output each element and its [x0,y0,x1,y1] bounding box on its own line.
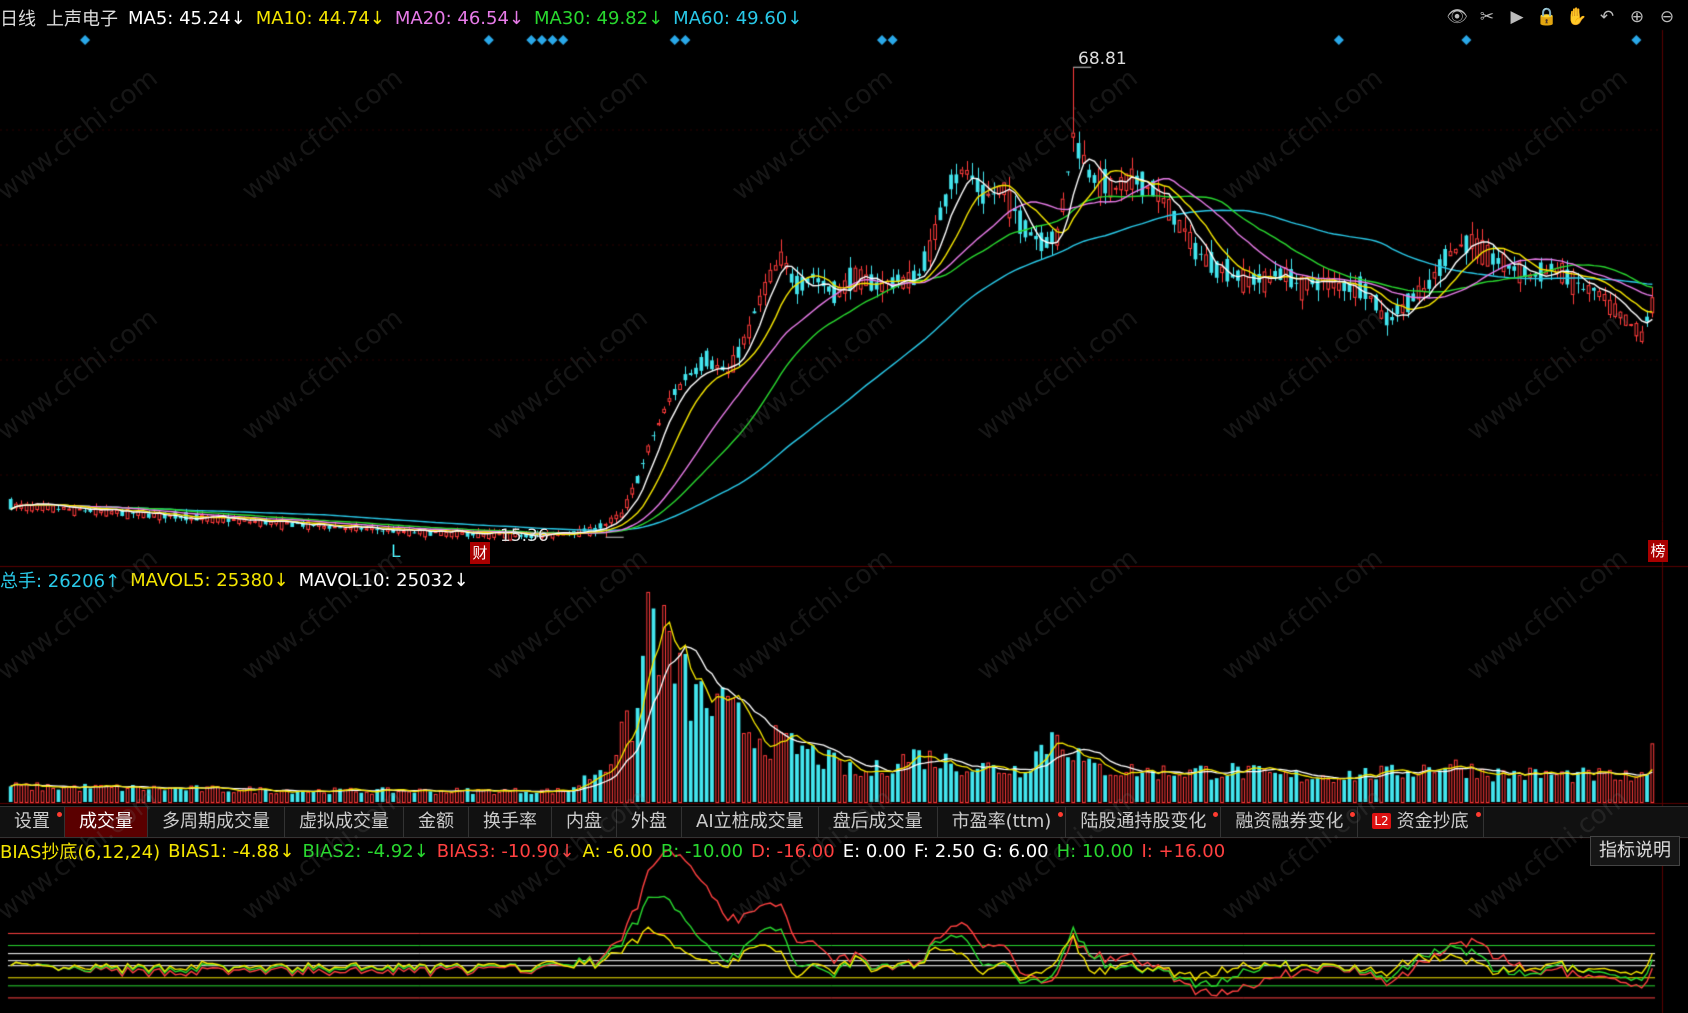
tab-9[interactable]: 盘后成交量 [819,807,938,837]
period-label[interactable]: 日线 [0,5,36,31]
tab-label: 虚拟成交量 [299,811,389,832]
tab-label: 设置 [14,811,50,832]
ranking-badge[interactable]: 榜 [1648,540,1668,562]
bias-legend-item-0: BIAS抄底(6,12,24) [0,842,161,863]
zoom-out-icon[interactable]: ⊖ [1656,6,1678,28]
play-icon[interactable]: ▶ [1506,6,1528,28]
tab-label: 外盘 [631,811,667,832]
indicator-tabs: 设置 成交量 多周期成交量 虚拟成交量 金额 换手率 内盘 外盘 AI立桩成交量 盘后成交量 市盈率… [0,806,1688,838]
tab-0[interactable]: 设置 [0,807,65,837]
low-price-label: 15.36 [500,526,549,546]
eye-icon[interactable]: 👁 [1446,6,1468,28]
scissors-icon[interactable]: ✂ [1476,6,1498,28]
tab-label: 金额 [418,811,454,832]
tab-label: 多周期成交量 [162,811,270,832]
bias-legend-item-10: H: 10.00 [1056,840,1134,862]
tab-8[interactable]: AI立桩成交量 [682,807,819,837]
bias-legend-item-11: I: +16.00 [1141,840,1226,862]
tab-label: 市盈率(ttm) [951,811,1052,832]
bias-legend-item-6: D: -16.00 [751,840,835,862]
ma30-value: MA30: 49.82↓ [534,7,664,29]
tab-13[interactable]: L2 资金抄底 [1358,807,1484,837]
financial-report-badge[interactable]: 财 [470,542,490,564]
high-price-label: 68.81 [1078,49,1127,69]
bias-legend-item-2: BIAS2: -4.92↓ [302,840,429,862]
volume-legend: 总手: 26206↑ MAVOL5: 25380↓ MAVOL10: 25032… [0,568,479,593]
ma10-value: MA10: 44.74↓ [255,7,385,29]
notification-dot [1475,812,1481,817]
tab-label: 陆股通持股变化 [1080,811,1207,832]
undo-icon[interactable]: ↶ [1596,6,1618,28]
l-marker: L [391,542,401,562]
bias-legend-item-8: F: 2.50 [913,840,975,862]
notification-dot [1058,812,1064,817]
tab-label: AI立桩成交量 [696,811,804,832]
tab-5[interactable]: 换手率 [469,807,552,837]
tab-11[interactable]: 陆股通持股变化 [1066,807,1222,837]
tab-3[interactable]: 虚拟成交量 [285,807,404,837]
bias-legend-item-7: E: 0.00 [842,840,906,862]
bias-legend-item-4: A: -6.00 [582,840,653,862]
bias-legend-item-1: BIAS1: -4.88↓ [168,840,295,862]
tab-12[interactable]: 融资融券变化 [1221,807,1359,837]
lock-icon[interactable]: 🔒 [1536,6,1558,28]
ma20-value: MA20: 46.54↓ [394,7,525,29]
total-volume: 总手: 26206↑ [0,571,121,592]
ma60-value: MA60: 49.60↓ [673,7,803,29]
notification-dot [1213,812,1219,817]
tab-7[interactable]: 外盘 [617,807,682,837]
indicator-help-button[interactable]: 指标说明 [1590,836,1680,866]
ma-legend: 日线 上声电子 MA5: 45.24↓ MA10: 44.74↓ MA20: 4… [0,4,812,32]
tab-label: 融资融券变化 [1235,811,1344,832]
zoom-in-icon[interactable]: ⊕ [1626,6,1648,28]
hand-icon[interactable]: ✋ [1566,6,1588,28]
tab-6[interactable]: 内盘 [552,807,617,837]
tab-1[interactable]: 成交量 [65,807,148,837]
tab-label: 资金抄底 [1396,811,1469,832]
bias-legend-item-3: BIAS3: -10.90↓ [436,840,575,862]
tab-4[interactable]: 金额 [404,807,469,837]
notification-dot [1350,812,1356,817]
chart-toolbar: 👁 ✂ ▶ 🔒 ✋ ↶ ⊕ ⊖ [1446,6,1678,28]
mavol10-value: MAVOL10: 25032↓ [298,569,469,591]
tab-10[interactable]: 市盈率(ttm) [938,807,1067,837]
mavol5-value: MAVOL5: 25380↓ [130,569,289,591]
tab-label: 内盘 [566,811,602,832]
stock-name: 上声电子 [46,9,118,30]
bias-legend-item-9: G: 6.00 [982,840,1049,862]
bias-legend: BIAS抄底(6,12,24) BIAS1: -4.88↓ BIAS2: -4.92… [0,838,1233,864]
notification-dot [57,812,62,817]
tab-2[interactable]: 多周期成交量 [148,807,285,837]
tab-label: 换手率 [483,811,537,832]
tab-label: 成交量 [79,811,133,832]
bias-legend-item-5: B: -10.00 [660,840,744,862]
ma5-value: MA5: 45.24↓ [128,7,246,29]
l2-badge: L2 [1372,813,1391,829]
tab-label: 盘后成交量 [832,811,923,832]
